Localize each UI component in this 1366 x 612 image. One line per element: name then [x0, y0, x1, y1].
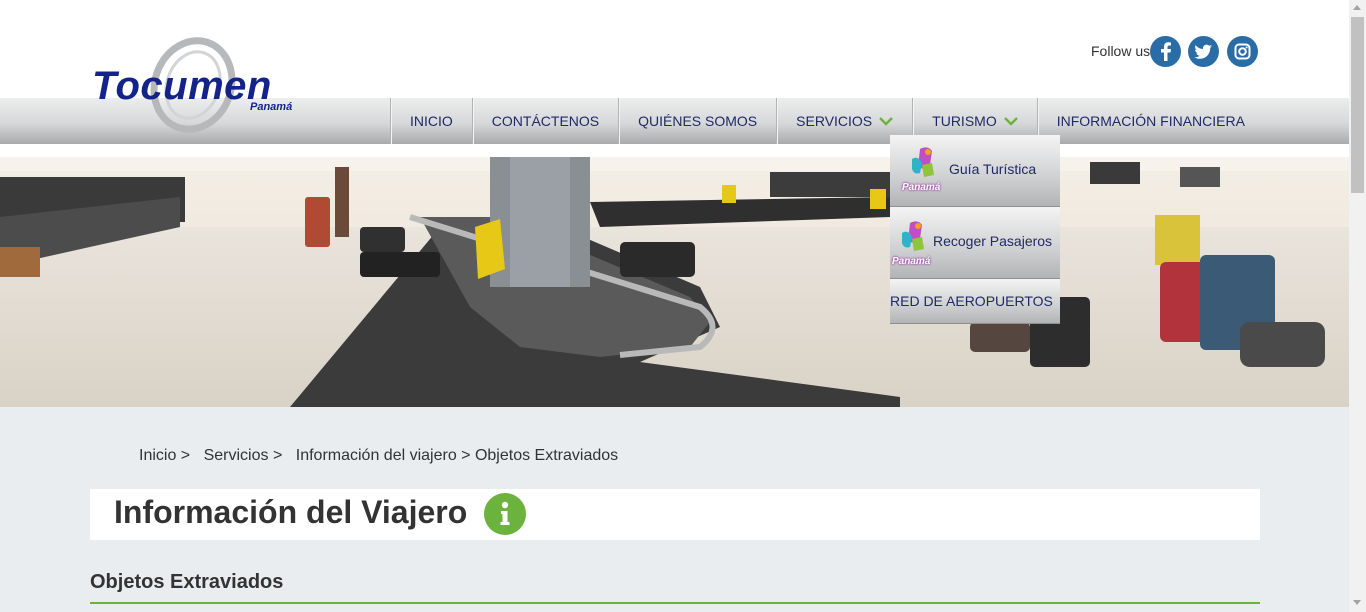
- panama-logo-icon: Panamá: [892, 219, 934, 267]
- tocumen-logo[interactable]: Tocumen Panamá: [88, 28, 318, 138]
- nav-label: CONTÁCTENOS: [491, 113, 600, 129]
- section-title: Objetos Extraviados: [90, 571, 284, 593]
- dropdown-label: RED DE AEROPUERTOS: [890, 293, 1053, 309]
- nav-label: TURISMO: [932, 113, 997, 129]
- nav-label: INFORMACIÓN FINANCIERA: [1056, 113, 1245, 129]
- nav-item-contactenos[interactable]: CONTÁCTENOS: [471, 98, 618, 144]
- twitter-icon[interactable]: [1188, 36, 1219, 67]
- page-scrollbar[interactable]: [1349, 0, 1366, 612]
- info-icon: [484, 493, 526, 535]
- panama-logo-icon: Panamá: [902, 145, 944, 193]
- nav-label: QUIÉNES SOMOS: [638, 113, 758, 129]
- page-title: Información del Viajero: [114, 494, 468, 530]
- main-menu: INICIO CONTÁCTENOS QUIÉNES SOMOS SERVICI…: [390, 98, 1264, 144]
- chevron-down-icon: [879, 113, 894, 129]
- nav-label: SERVICIOS: [796, 113, 873, 129]
- dropdown-item-guia-turistica[interactable]: Panamá Guía Turística: [890, 135, 1060, 207]
- hero-baggage-claim-image: [0, 157, 1349, 407]
- nav-item-inicio[interactable]: INICIO: [390, 98, 472, 144]
- logo-wordmark: Tocumen: [92, 64, 272, 108]
- dropdown-label: Guía Turística: [949, 161, 1037, 177]
- dropdown-label: Recoger Pasajeros: [933, 233, 1053, 249]
- breadcrumb: Inicio > Servicios > Información del via…: [139, 447, 627, 465]
- scroll-down-icon[interactable]: [1353, 600, 1361, 605]
- panama-logo-text: Panamá: [902, 182, 941, 193]
- chevron-down-icon: [1003, 113, 1018, 129]
- panama-logo-text: Panamá: [892, 256, 931, 267]
- instagram-icon[interactable]: [1227, 36, 1258, 67]
- dropdown-item-red-de-aeropuertos[interactable]: RED DE AEROPUERTOS: [890, 279, 1060, 324]
- breadcrumb-current[interactable]: Información del viajero > Objetos Extrav…: [296, 447, 618, 464]
- nav-item-quienes-somos[interactable]: QUIÉNES SOMOS: [618, 98, 776, 144]
- turismo-dropdown-menu: Panamá Guía Turística Panamá Recoger Pas…: [890, 135, 1060, 324]
- breadcrumb-servicios[interactable]: Servicios >: [204, 447, 283, 464]
- dropdown-item-recoger-pasajeros[interactable]: Panamá Recoger Pasajeros: [890, 207, 1060, 279]
- nav-label: INICIO: [410, 113, 453, 129]
- breadcrumb-inicio[interactable]: Inicio >: [139, 447, 190, 464]
- facebook-icon[interactable]: [1150, 36, 1181, 67]
- scroll-up-icon[interactable]: [1353, 5, 1361, 10]
- nav-item-informacion-financiera[interactable]: INFORMACIÓN FINANCIERA: [1036, 98, 1264, 144]
- scrollbar-thumb[interactable]: [1351, 17, 1364, 193]
- follow-us-label: Follow us: [1091, 43, 1151, 59]
- logo-subtitle: Panamá: [250, 101, 293, 113]
- section-divider: [90, 602, 1260, 604]
- page-title-box: Información del Viajero: [90, 489, 1260, 540]
- page: Tocumen Panamá Follow us INICIO CONTÁCTE…: [0, 0, 1349, 612]
